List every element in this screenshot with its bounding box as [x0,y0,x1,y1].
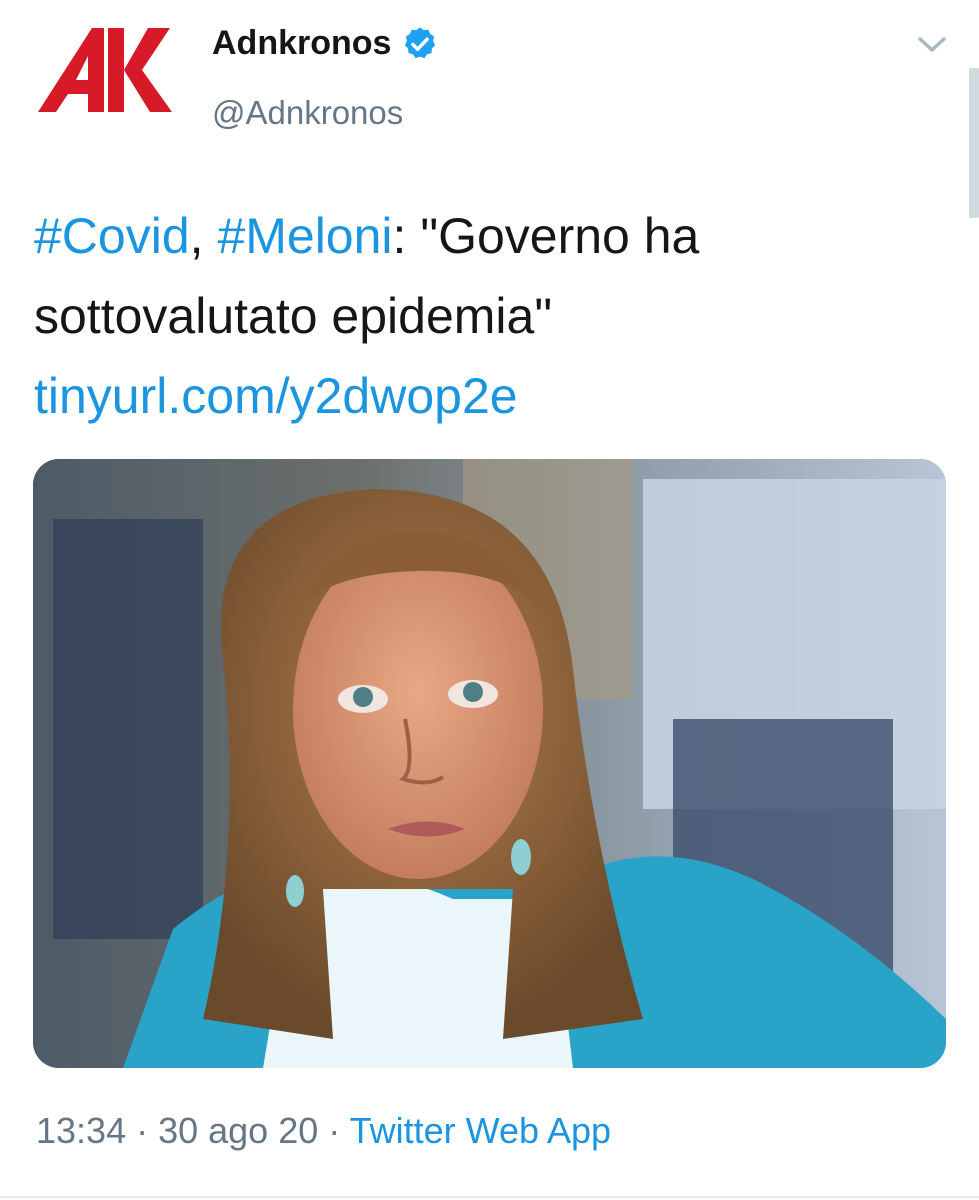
tweet-photo[interactable] [33,459,946,1068]
tweet-date[interactable]: 30 ago 20 [158,1110,318,1151]
display-name[interactable]: Adnkronos [212,24,391,63]
scrollbar-thumb[interactable] [969,68,979,218]
divider [0,1196,979,1198]
verified-badge-icon [405,26,436,58]
tweet-metadata: 13:34 · 30 ago 20 · Twitter Web App [36,1110,611,1152]
tweet-time[interactable]: 13:34 [36,1110,126,1151]
tweet-text: #Covid, #Meloni: "Governo ha sottovaluta… [34,196,934,436]
display-name-row[interactable]: Adnkronos [212,24,439,63]
photo-placeholder [33,459,946,1068]
account-handle[interactable]: @Adnkronos [212,94,403,132]
tweet-separator: , [189,208,218,264]
adnkronos-logo-icon [38,28,172,112]
hashtag-meloni[interactable]: #Meloni [217,208,392,264]
avatar[interactable] [38,28,172,120]
tweet-link[interactable]: tinyurl.com/y2dwop2e [34,368,518,424]
chevron-down-icon[interactable] [914,30,950,58]
meta-separator: · [126,1110,159,1151]
hashtag-covid[interactable]: #Covid [34,208,190,264]
meta-separator: · [318,1110,350,1151]
tweet-source[interactable]: Twitter Web App [350,1110,611,1151]
